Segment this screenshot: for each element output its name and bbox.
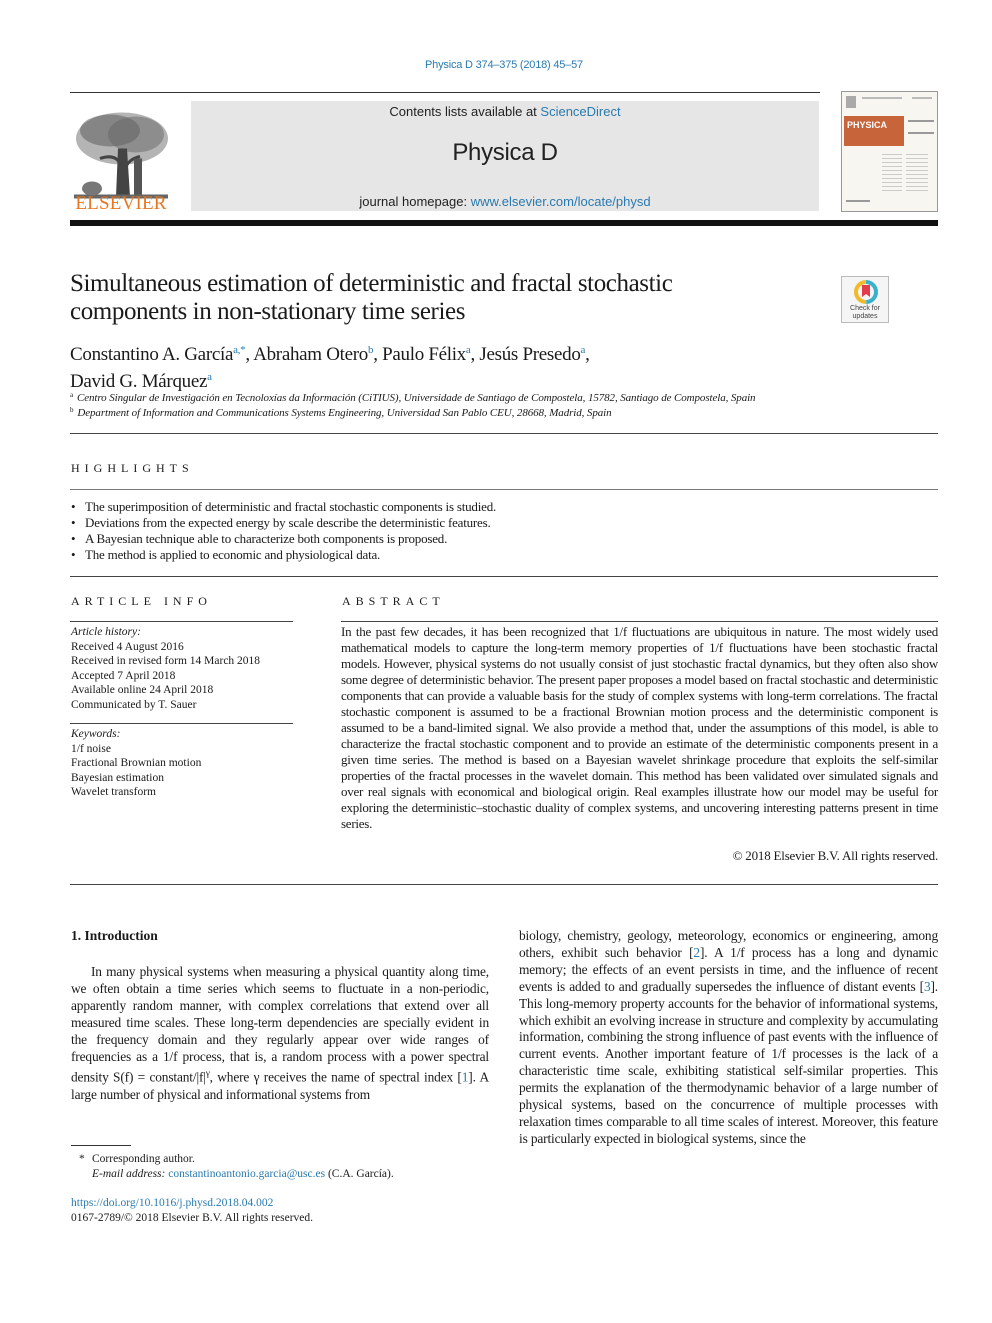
elsevier-wordmark: ELSEVIER [75,193,167,214]
paragraph: biology, chemistry, geology, meteorology… [519,928,938,1146]
journal-homepage-link[interactable]: www.elsevier.com/locate/physd [471,194,651,209]
history-entry: Received in revised form 14 March 2018 [71,655,261,667]
bullet-icon: • [71,531,76,546]
history-entry: Communicated by T. Sauer [71,698,197,711]
corresponding-author-note: Corresponding author. [92,1153,195,1165]
introduction-heading: 1. Introduction [71,928,158,943]
cover-line [846,200,870,202]
paragraph: In many physical systems when measuring … [71,964,489,1102]
homepage-prefix: journal homepage: [359,194,471,209]
crossmark-icon [854,280,878,304]
journal-name: Physica D [452,139,558,166]
bullet-icon: • [71,499,76,514]
divider [70,884,938,885]
body-column-left: In many physical systems when measuring … [71,964,489,1104]
highlight-item: • Deviations from the expected energy by … [71,515,491,530]
history-entry: Available online 24 April 2018 [71,684,214,696]
history-entry: Received 4 August 2016 [71,640,184,653]
title-line-2: components in non-stationary time series [70,298,466,325]
issn-copyright: 0167-2789/© 2018 Elsevier B.V. All right… [71,1212,314,1224]
author-name[interactable]: Paulo Félix [382,344,466,365]
keyword: Fractional Brownian motion [71,757,202,769]
highlights-list: • The superimposition of deterministic an… [70,499,930,563]
check-for-updates-button[interactable]: Check for updates [841,276,889,323]
history-entry: Accepted 7 April 2018 [71,669,176,682]
journal-cover-thumbnail[interactable]: PHYSICA [841,91,938,212]
cover-title-band: PHYSICA [844,116,904,146]
abstract-heading: ABSTRACT [342,594,445,608]
article-history-label: Article history: [71,626,141,638]
article-history: Article history: Received 4 August 2016 … [71,625,301,712]
title-line-1: Simultaneous estimation of deterministic… [70,270,673,297]
email-label: E-mail address: [92,1168,169,1180]
keywords-label: Keywords: [71,728,121,740]
contents-line: Contents lists available at ScienceDirec… [191,104,819,119]
cover-line [908,120,934,122]
footnote-star: * [79,1153,85,1165]
journal-reference-link[interactable]: Physica D 374–375 (2018) 45–57 [0,59,992,71]
abstract-text: In the past few decades, it has been rec… [341,624,938,831]
article-info-heading: ARTICLE INFO [71,594,212,608]
keyword: Bayesian estimation [71,771,164,784]
contents-prefix: Contents lists available at [389,104,541,119]
highlight-item: • The method is applied to economic and p… [71,547,381,562]
cover-contents [882,154,902,194]
divider [70,576,938,577]
cover-line [908,132,934,134]
article-title: Simultaneous estimation of deterministic… [70,270,810,326]
divider [341,621,938,622]
divider [70,723,293,724]
sciencedirect-link[interactable]: ScienceDirect [540,104,620,119]
cover-title: PHYSICA [847,120,888,130]
homepage-line: journal homepage: www.elsevier.com/locat… [191,194,819,209]
affiliation-b: b Department of Information and Communica… [70,406,612,419]
header-thick-rule [70,220,938,226]
abstract-copyright: © 2018 Elsevier B.V. All rights reserved… [732,848,939,863]
journal-header-box: Contents lists available at ScienceDirec… [191,101,819,211]
footnote-divider [71,1145,131,1146]
highlight-item: • The superimposition of deterministic an… [71,499,497,514]
bullet-icon: • [71,547,76,562]
cover-contents [906,154,928,194]
header-divider [70,92,820,93]
keywords: Keywords: 1/f noise Fractional Brownian … [71,727,301,800]
divider [70,433,938,434]
author-affiliation-marker[interactable]: a [207,371,212,383]
doi-link[interactable]: https://doi.org/10.1016/j.physd.2018.04.… [71,1197,273,1209]
cover-line [912,97,932,99]
author-name[interactable]: Constantino A. García [70,344,233,365]
body-column-right: biology, chemistry, geology, meteorology… [519,928,938,1148]
divider [70,489,938,490]
footnote: * Corresponding author. E-mail address: c… [79,1153,394,1180]
cover-line [862,97,902,99]
author-affiliation-marker[interactable]: a,* [233,344,246,356]
keyword: Wavelet transform [71,786,156,798]
author-name[interactable]: Abraham Otero [253,344,368,365]
keyword: 1/f noise [71,742,111,755]
author-email-link[interactable]: constantinoantonio.garcia@usc.es [168,1168,325,1180]
divider [70,621,293,622]
crossmark-label: Check for updates [850,305,880,320]
bullet-icon: • [71,515,76,530]
author-name[interactable]: Jesús Presedo [479,344,580,365]
cover-logo-icon [846,96,856,108]
author-list: Constantino A. Garcíaa,*, Abraham Oterob… [70,344,590,392]
highlights-heading: HIGHLIGHTS [71,461,194,475]
highlight-item: • A Bayesian technique able to characteri… [71,531,448,546]
